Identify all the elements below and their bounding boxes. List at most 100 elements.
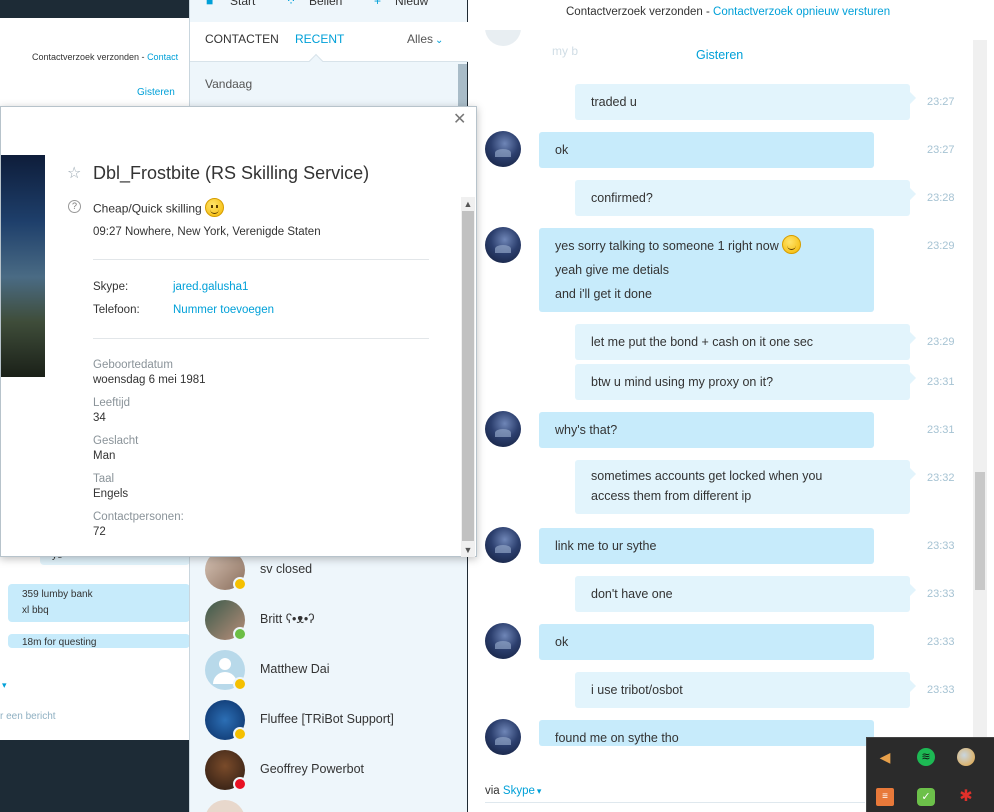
field-value: 72 [93,526,106,538]
avatar[interactable] [485,131,521,167]
message-time: 23:31 [927,376,955,388]
home-icon[interactable]: ■ [206,0,213,8]
outgoing-message[interactable]: don't have one [575,576,916,612]
outgoing-message[interactable]: btw u mind using my proxy on it? [575,364,916,400]
nav-call[interactable]: Bellen [309,0,342,8]
profile-mood: Cheap/Quick skilling [93,198,224,219]
message-time: 23:29 [927,336,955,348]
request-text: Contactverzoek verzonden - [566,6,714,18]
message-time: 23:27 [927,144,955,156]
message-time: 23:33 [927,588,955,600]
incoming-message[interactable]: ok [539,624,874,660]
chat-scrollbar[interactable] [973,40,987,780]
status-busy-icon [233,777,247,791]
message-time: 23:33 [927,540,955,552]
speaker-icon[interactable]: ◀ [876,748,894,766]
avatar[interactable] [485,719,521,755]
status-away-icon [233,727,247,741]
scroll-up-icon[interactable]: ▲ [461,197,475,211]
via-link[interactable]: Skype [503,785,535,797]
message-time: 23:33 [927,636,955,648]
filter-dropdown[interactable]: Alles ⌄ [407,32,443,46]
close-icon[interactable]: ✕ [453,109,466,129]
status-online-icon [233,627,247,641]
chevron-down-icon: ⌄ [435,35,444,46]
divider [93,338,429,339]
message-time: 23:27 [927,96,955,108]
bg-day-label: Gisteren [137,87,175,98]
bg-send-input[interactable]: r een bericht [0,711,56,722]
contact-row[interactable]: Matthew Dai [190,645,468,695]
resend-request-link[interactable]: Contactverzoek opnieuw versturen [713,6,890,18]
add-phone-link[interactable]: Nummer toevoegen [173,304,274,316]
incoming-message[interactable]: why's that? [539,412,874,448]
phone-label: Telefoon: [93,304,140,316]
section-today: Vandaag [205,77,253,91]
field-value: woensdag 6 mei 1981 [93,374,206,386]
field-label: Taal [93,473,115,485]
outgoing-message[interactable]: traded u [575,84,916,120]
bg-request-link[interactable]: Contact [147,52,178,62]
help-icon: ? [68,200,81,213]
contact-row[interactable] [190,795,468,812]
field-value: Man [93,450,116,462]
skype-id-link[interactable]: jared.galusha1 [173,281,248,293]
tab-contacts[interactable]: CONTACTEN [205,32,279,46]
incoming-message[interactable]: link me to ur sythe [539,528,874,564]
tab-recent[interactable]: RECENT [295,32,344,46]
day-separator: Gisteren [696,48,744,62]
incoming-message[interactable]: yes sorry talking to someone 1 right now… [539,228,874,312]
smiley-icon [781,235,801,255]
outgoing-message[interactable]: i use tribot/osbot [575,672,916,708]
via-selector[interactable]: via Skype ▾ [485,785,541,797]
globe-icon[interactable] [957,748,975,766]
message-time: 23:28 [927,192,955,204]
avatar[interactable] [485,623,521,659]
nav-new[interactable]: Nieuw [395,0,428,8]
top-navigation: ■ Start ⁘ Bellen + Nieuw [190,0,468,8]
filter-label: Alles [407,32,434,46]
outgoing-message[interactable]: sometimes accounts get locked when you a… [575,460,916,514]
contacts-scrollbar[interactable] [458,64,467,108]
compose-divider [485,802,865,803]
outgoing-message[interactable]: let me put the bond + cash on it one sec [575,324,916,360]
star-icon[interactable]: ☆ [67,163,81,183]
contact-name: Britt ʕ•ᴥ•ʔ [260,612,315,626]
chevron-down-icon[interactable]: ▾ [2,680,7,691]
incoming-message[interactable]: found me on sythe tho [539,720,874,746]
bg-message: 359 lumby bank xl bbq [8,584,190,622]
field-label: Geslacht [93,435,139,447]
outgoing-message[interactable]: confirmed? [575,180,916,216]
contact-name: Matthew Dai [260,662,330,676]
via-label: via [485,785,500,797]
contact-row[interactable]: Geoffrey Powerbot [190,745,468,795]
bg-message: 18m for questing [8,634,190,648]
contact-row[interactable]: Fluffee [TRiBot Support] [190,695,468,745]
dialpad-icon[interactable]: ⁘ [286,0,296,8]
chat-green-icon[interactable]: ✓ [917,788,935,806]
nav-start[interactable]: Start [230,0,255,8]
status-away-icon [233,577,247,591]
message-time: 23:29 [927,240,955,252]
contact-row[interactable]: Britt ʕ•ᴥ•ʔ [190,595,468,645]
scrollbar-thumb[interactable] [975,472,985,590]
field-value: Engels [93,488,129,500]
field-label: Geboortedatum [93,359,173,371]
field-label: Contactpersonen: [93,511,184,523]
incoming-message[interactable]: ok [539,132,874,168]
app-red-icon[interactable]: ✱ [957,788,975,806]
scrollbar-thumb[interactable] [462,211,474,541]
plus-icon[interactable]: + [374,0,381,8]
avatar[interactable] [485,411,521,447]
avatar[interactable] [485,227,521,263]
chevron-down-icon: ▾ [536,786,542,796]
contacts-tabs: CONTACTEN RECENT Alles ⌄ [190,22,468,62]
profile-scrollbar[interactable]: ▲ ▼ [461,197,475,557]
scroll-down-icon[interactable]: ▼ [461,543,475,557]
skype-label: Skype: [93,281,129,293]
status-away-icon [233,677,247,691]
app-orange-icon[interactable]: ≡ [876,788,894,806]
request-notice: Contactverzoek verzonden - Contactverzoe… [566,6,890,18]
avatar[interactable] [485,527,521,563]
spotify-icon[interactable]: ≋ [917,748,935,766]
